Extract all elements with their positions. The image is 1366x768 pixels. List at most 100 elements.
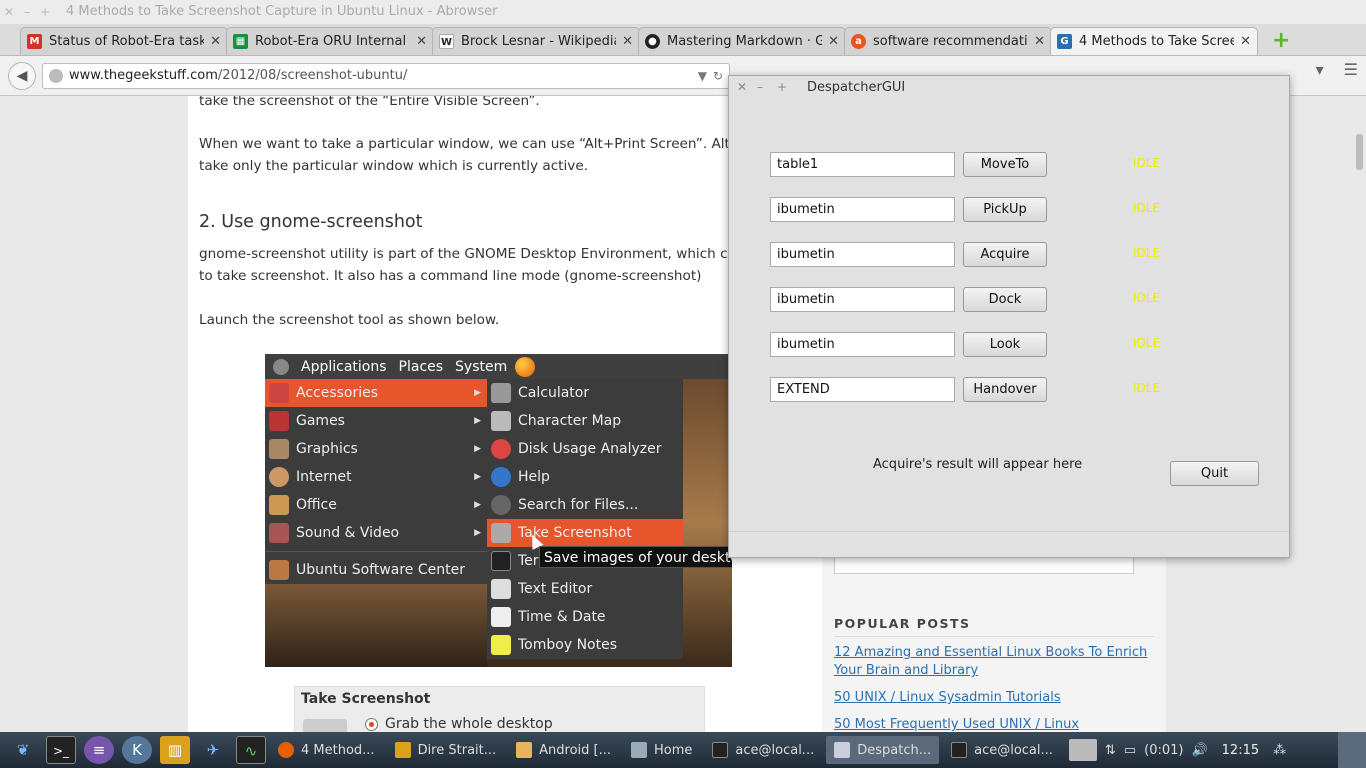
menu-item-label: Graphics <box>296 441 358 457</box>
popular-post-link[interactable]: 50 UNIX / Linux Sysadmin Tutorials <box>834 689 1154 707</box>
kde-icon[interactable]: K <box>122 736 152 764</box>
system-monitor-icon[interactable]: ∿ <box>236 736 266 764</box>
task-label: 4 Method... <box>301 742 375 758</box>
wikipedia-icon: W <box>439 34 454 49</box>
task-label: Home <box>654 742 693 758</box>
tab-label: Mastering Markdown · G... <box>667 34 823 49</box>
tab-github[interactable]: ● Mastering Markdown · G... ✕ <box>638 27 846 55</box>
dropdown-arrow-icon[interactable]: ▼ <box>698 69 707 83</box>
close-tab-icon[interactable]: ✕ <box>828 34 839 49</box>
menu-item-label: Help <box>518 469 550 485</box>
battery-time: (0:01) <box>1144 742 1184 758</box>
task-folder[interactable]: Dire Strait... <box>387 736 505 764</box>
pickup-input[interactable] <box>770 197 955 222</box>
task-terminal[interactable]: ace@local... <box>704 736 822 764</box>
maximize-window-icon[interactable]: + <box>36 0 54 24</box>
despatcher-titlebar: ✕ – + DespatcherGUI <box>729 76 1289 98</box>
look-input[interactable] <box>770 332 955 357</box>
office-icon <box>269 495 289 515</box>
take-screenshot-dialog-image: Take Screenshot Grab the whole desktop <box>294 686 705 732</box>
tab-askubuntu[interactable]: a software recommendati... ✕ <box>844 27 1052 55</box>
menu-item-label: Office <box>296 497 337 513</box>
moveto-button[interactable]: MoveTo <box>963 152 1047 177</box>
url-bar[interactable]: www.thegeekstuff.com/2012/08/screenshot-… <box>42 62 730 89</box>
tab-label: Brock Lesnar - Wikipedia... <box>461 34 616 49</box>
radio-label: Grab the whole desktop <box>385 716 553 732</box>
close-window-icon[interactable]: ✕ <box>737 80 757 94</box>
menu-item-label: Games <box>296 413 345 429</box>
app-menu-icon[interactable]: ❦ <box>8 736 38 764</box>
network-icon[interactable]: ⇅ <box>1105 743 1116 758</box>
look-button[interactable]: Look <box>963 332 1047 357</box>
popular-post-link[interactable]: 12 Amazing and Essential Linux Books To … <box>834 644 1154 680</box>
quit-button[interactable]: Quit <box>1170 461 1259 486</box>
menu-item: Calculator <box>487 379 683 407</box>
tab-label: software recommendati... <box>873 34 1029 49</box>
launcher-icon[interactable]: ✈ <box>198 736 228 764</box>
menu-item: Text Editor <box>487 575 683 603</box>
close-tab-icon[interactable]: ✕ <box>622 34 633 49</box>
dock-button[interactable]: Dock <box>963 287 1047 312</box>
acquire-button[interactable]: Acquire <box>963 242 1047 267</box>
reload-icon[interactable]: ↻ <box>713 69 723 83</box>
close-tab-icon[interactable]: ✕ <box>416 34 427 49</box>
menu-item: Sound & Video ▶ <box>265 519 487 547</box>
minimize-window-icon[interactable]: – <box>18 0 36 24</box>
android-studio-icon <box>516 742 533 758</box>
task-android[interactable]: Android [... <box>508 736 619 764</box>
task-home[interactable]: Home <box>623 736 700 764</box>
tab-sheets[interactable]: ▦ Robot-Era ORU Internal ... ✕ <box>226 27 434 55</box>
tab-geekstuff[interactable]: G 4 Methods to Take Scree... ✕ <box>1050 27 1258 55</box>
tab-label: Status of Robot-Era task... <box>49 34 205 49</box>
moveto-input[interactable] <box>770 152 955 177</box>
eclipse-icon[interactable]: ≡ <box>84 736 114 764</box>
acquire-input[interactable] <box>770 242 955 267</box>
minimize-window-icon[interactable]: – <box>757 80 777 94</box>
handover-input[interactable] <box>770 377 955 402</box>
new-tab-icon[interactable]: + <box>1272 30 1292 52</box>
apps-icon[interactable]: ⁂ <box>1273 743 1286 758</box>
url-text: www.thegeekstuff.com/2012/08/screenshot-… <box>69 68 692 83</box>
camera-icon <box>491 523 511 543</box>
taskbar: ❦ >_ ≡ K ▥ ✈ ∿ 4 Method... Dire Strait..… <box>0 732 1366 768</box>
pickup-button[interactable]: PickUp <box>963 197 1047 222</box>
page-scrollbar[interactable] <box>1352 96 1366 732</box>
battery-icon[interactable]: ▭ <box>1124 743 1136 758</box>
task-label: Despatch... <box>857 742 932 758</box>
show-desktop-button[interactable] <box>1338 732 1366 768</box>
geekstuff-icon: G <box>1057 34 1072 49</box>
more-icon[interactable]: ▾ <box>1316 60 1324 79</box>
dock-input[interactable] <box>770 287 955 312</box>
section-heading: 2. Use gnome-screenshot <box>199 212 423 232</box>
close-tab-icon[interactable]: ✕ <box>1034 34 1045 49</box>
tooltip: Save images of your desktop <box>539 546 732 568</box>
maximize-window-icon[interactable]: + <box>777 80 797 94</box>
menu-item-label: Tomboy Notes <box>518 637 617 653</box>
task-despatcher[interactable]: Despatch... <box>826 736 940 764</box>
task-browser[interactable]: 4 Method... <box>270 736 383 764</box>
task-terminal[interactable]: ace@local... <box>943 736 1061 764</box>
handover-button[interactable]: Handover <box>963 377 1047 402</box>
article-text: Launch the screenshot tool as shown belo… <box>199 312 500 328</box>
scrollbar-thumb[interactable] <box>1356 134 1363 170</box>
menu-item-label: Sound & Video <box>296 525 400 541</box>
library-icon[interactable]: ▥ <box>160 736 190 764</box>
close-tab-icon[interactable]: ✕ <box>210 34 221 49</box>
volume-icon[interactable]: 🔊 <box>1191 743 1207 758</box>
panel-menu-item: Places <box>398 358 444 375</box>
tab-wikipedia[interactable]: W Brock Lesnar - Wikipedia... ✕ <box>432 27 640 55</box>
tab-gmail[interactable]: M Status of Robot-Era task... ✕ <box>20 27 228 55</box>
result-label: Acquire's result will appear here <box>873 457 1083 472</box>
popular-post-link[interactable]: 50 Most Frequently Used UNIX / Linux Com… <box>834 716 1154 732</box>
back-button[interactable]: ◀ <box>8 61 36 90</box>
character-map-icon <box>491 411 511 431</box>
article-text: When we want to take a particular window… <box>199 136 782 152</box>
clock[interactable]: 12:15 <box>1222 743 1259 758</box>
applications-menu: Accessories ▶ Games ▶ Graphics ▶ Internet ▶ … <box>265 379 487 584</box>
close-tab-icon[interactable]: ✕ <box>1240 34 1251 49</box>
menu-icon[interactable]: ☰ <box>1344 60 1358 79</box>
close-window-icon[interactable]: ✕ <box>0 0 18 24</box>
terminal-launcher-icon[interactable]: >_ <box>46 736 76 764</box>
keyboard-icon[interactable] <box>1068 739 1097 761</box>
desktop: ✕ – + 4 Methods to Take Screenshot Captu… <box>0 0 1366 768</box>
